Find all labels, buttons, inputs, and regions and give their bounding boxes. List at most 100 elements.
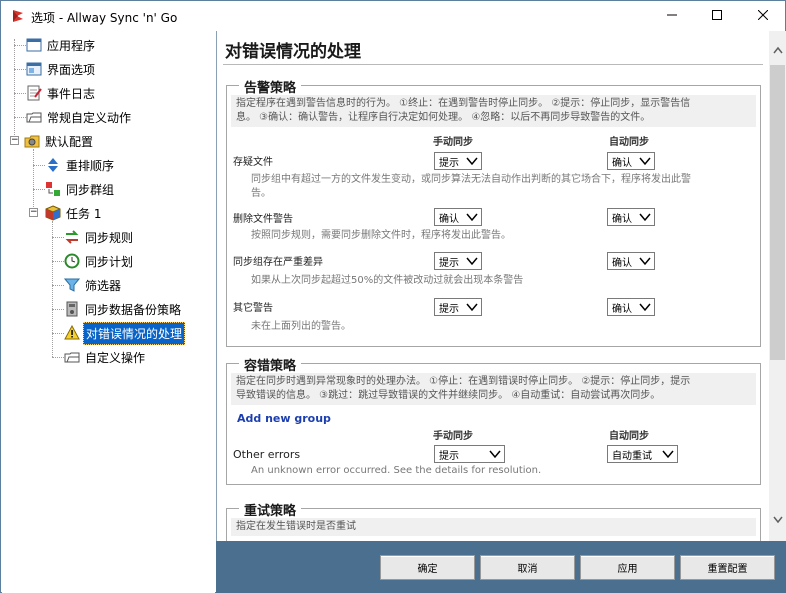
row-description: 同步组中有超过一方的文件发生变动，或同步算法无法自动作出判断的其它场合下，程序将…: [251, 174, 691, 185]
tree-item-default-config[interactable]: 默认配置: [24, 130, 95, 152]
close-button[interactable]: [740, 1, 785, 31]
group-description: 指定在同步时遇到异常现象时的处理办法。 ①停止：在遇到错误时停止同步。 ②提示：…: [231, 373, 756, 405]
tree-item-error-handling[interactable]: 对错误情况的处理: [64, 321, 186, 345]
title-bar[interactable]: 选项 - Allway Sync 'n' Go: [1, 1, 785, 31]
chevron-down-icon: [639, 212, 651, 222]
maximize-icon: [711, 9, 722, 23]
clock-icon: [64, 253, 80, 269]
row-label: Other errors: [233, 448, 301, 461]
tree-connector: [14, 117, 26, 118]
sync-rules-icon: [64, 229, 80, 245]
column-header-auto: 自动同步: [609, 431, 649, 442]
auto-select[interactable]: 确认: [607, 252, 655, 270]
apply-button[interactable]: 应用: [580, 555, 675, 580]
tree-item-filters[interactable]: 筛选器: [64, 274, 123, 296]
cancel-button[interactable]: 取消: [480, 555, 575, 580]
select-value: 提示: [439, 257, 459, 269]
error-policy-group: 容错策略 指定在同步时遇到异常现象时的处理办法。 ①停止：在遇到错误时停止同步。…: [226, 355, 761, 485]
select-value: 自动重试: [612, 450, 652, 462]
chevron-up-icon: [772, 43, 783, 57]
tree-item-general-actions[interactable]: 常规自定义动作: [26, 106, 133, 128]
log-icon: [26, 85, 42, 101]
gear-folder-icon: [24, 133, 40, 149]
tree-item-reorder[interactable]: 重排顺序: [45, 154, 116, 176]
tree-item-backup-policy[interactable]: 同步数据备份策略: [64, 298, 183, 320]
page-title: 对错误情况的处理: [225, 42, 361, 62]
scroll-up-button[interactable]: [769, 41, 786, 58]
select-value: 确认: [612, 257, 632, 269]
select-value: 确认: [439, 213, 459, 225]
tree-item-label: 默认配置: [45, 134, 94, 149]
chevron-down-icon: [466, 212, 478, 222]
minimize-button[interactable]: [649, 1, 694, 31]
tree-item-label: 应用程序: [47, 38, 96, 53]
auto-select[interactable]: 自动重试: [607, 445, 678, 463]
tree-item-label: 同步计划: [85, 254, 134, 269]
desc-line: 指定在同步时遇到异常现象时的处理办法。 ①停止：在遇到错误时停止同步。 ②提示：…: [236, 376, 691, 387]
group-title: 告警策略: [239, 77, 302, 96]
tree-item-log[interactable]: 事件日志: [26, 82, 97, 104]
tree-item-task-1[interactable]: 任务 1: [45, 202, 103, 224]
group-title: 容错策略: [239, 355, 302, 374]
scroll-down-button[interactable]: [769, 511, 786, 528]
options-window: 选项 - Allway Sync 'n' Go − − 应用程序 界面选项 事件…: [0, 0, 786, 593]
chevron-down-icon: [466, 302, 478, 312]
folder-action-icon: [26, 109, 42, 125]
title-divider: [223, 64, 763, 65]
collapse-task-icon[interactable]: −: [29, 208, 38, 217]
tree-connector: [14, 39, 15, 141]
manual-select[interactable]: 确认: [434, 208, 482, 226]
desc-line: 指定在发生错误时是否重试: [236, 521, 356, 532]
group-title: 重试策略: [239, 500, 302, 519]
manual-select[interactable]: 提示: [434, 445, 505, 463]
tree-item-sync-rules[interactable]: 同步规则: [64, 226, 135, 248]
allway-sync-logo-icon: [10, 8, 26, 24]
tree-item-app[interactable]: 应用程序: [26, 34, 97, 56]
tree-connector: [52, 357, 64, 358]
auto-select[interactable]: 确认: [607, 152, 655, 170]
row-description: 按照同步规则，需要同步删除文件时，程序将发出此警告。: [251, 230, 511, 241]
row-description: 告。: [251, 188, 271, 199]
backup-icon: [64, 301, 80, 317]
filter-icon: [64, 277, 80, 293]
reset-config-button[interactable]: 重置配置: [680, 555, 775, 580]
add-new-group-link[interactable]: Add new group: [237, 412, 331, 425]
row-description: 未在上面列出的警告。: [251, 321, 351, 332]
tree-connector: [52, 333, 64, 334]
minimize-icon: [666, 9, 677, 23]
tree-item-label: 同步数据备份策略: [85, 302, 182, 317]
tree-connector: [52, 285, 64, 286]
chevron-down-icon: [489, 449, 501, 459]
chevron-down-icon: [466, 156, 478, 166]
warning-icon: [64, 325, 80, 341]
auto-select[interactable]: 确认: [607, 208, 655, 226]
manual-select[interactable]: 提示: [434, 252, 482, 270]
vertical-scrollbar[interactable]: [769, 31, 786, 541]
tree-item-label: 同步规则: [85, 230, 134, 245]
tree-connector: [52, 309, 64, 310]
manual-select[interactable]: 提示: [434, 298, 482, 316]
tree-item-ui[interactable]: 界面选项: [26, 58, 97, 80]
row-description: 如果从上次同步起超过50%的文件被改动过就会出现本条警告: [251, 275, 524, 286]
tree-item-custom-actions[interactable]: 自定义操作: [64, 346, 147, 368]
dialog-button-bar: 确定 取消 应用 重置配置: [216, 541, 786, 593]
desc-line: 指定程序在遇到警告信息时的行为。 ①终止：在遇到警告时停止同步。 ②提示：停止同…: [236, 98, 691, 109]
tree-connector: [33, 189, 45, 190]
tree-connector: [14, 45, 26, 46]
auto-select[interactable]: 确认: [607, 298, 655, 316]
tree-item-sync-groups[interactable]: 同步群组: [45, 178, 116, 200]
collapse-default-config-icon[interactable]: −: [10, 136, 19, 145]
ok-button[interactable]: 确定: [380, 555, 475, 580]
app-window-icon: [26, 37, 42, 53]
tree-item-label: 重排顺序: [66, 158, 115, 173]
scroll-thumb[interactable]: [770, 65, 785, 360]
tree-item-label: 同步群组: [66, 182, 115, 197]
options-tree[interactable]: − − 应用程序 界面选项 事件日志 常规自定义动作 默认配置 重排顺序 同步群…: [2, 31, 215, 593]
tree-connector: [33, 165, 45, 166]
cube-icon: [45, 205, 61, 221]
maximize-button[interactable]: [694, 1, 739, 31]
manual-select[interactable]: 提示: [434, 152, 482, 170]
select-value: 提示: [439, 157, 459, 169]
tree-item-sync-schedule[interactable]: 同步计划: [64, 250, 135, 272]
desc-line: 导致错误的信息。 ③跳过：跳过导致错误的文件并继续同步。 ④自动重试：自动尝试再…: [236, 390, 661, 401]
